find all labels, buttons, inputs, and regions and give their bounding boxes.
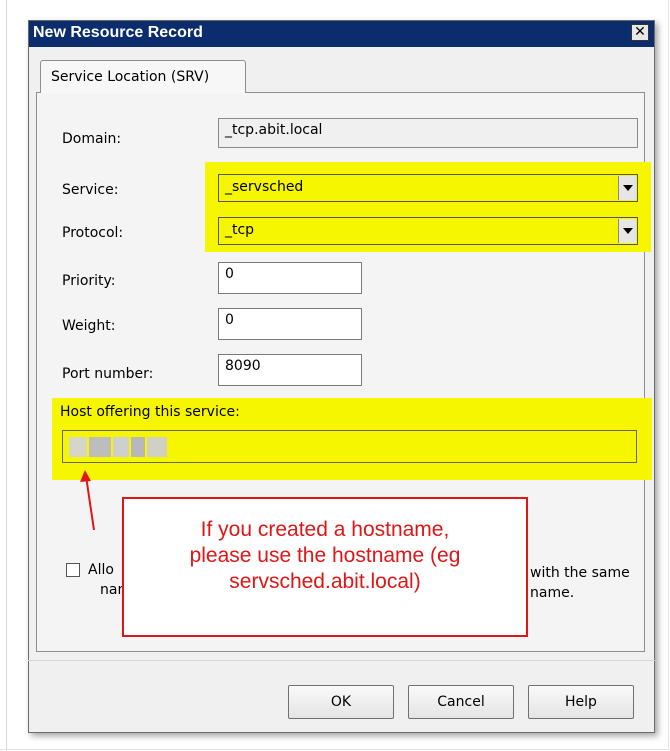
cancel-button[interactable]: Cancel [408,685,514,719]
protocol-value: _tcp [225,222,255,238]
priority-label: Priority: [62,273,116,289]
callout-arrow-icon [80,470,95,531]
priority-input[interactable]: 0 [218,262,362,294]
checkbox-label-end: with the same [530,565,630,581]
callout-line-3: servsched.abit.local) [229,570,421,593]
service-label: Service: [62,182,119,198]
callout-line-1: If you created a hostname, [200,518,450,541]
tab-label: Service Location (SRV) [51,69,210,85]
checkbox-label-line2-end: name. [530,585,575,601]
title-bar: New Resource Record ✕ [29,21,654,47]
protocol-dropdown-button[interactable] [618,219,636,243]
close-icon: ✕ [634,24,646,40]
chevron-down-icon [622,228,633,234]
protocol-label: Protocol: [62,225,124,241]
service-dropdown-button[interactable] [618,176,636,200]
tab-service-location-srv[interactable]: Service Location (SRV) [40,60,246,93]
checkbox-label-start: Allo [88,562,114,578]
ok-button[interactable]: OK [288,685,394,719]
callout-line-2: please use the hostname (eg [189,544,461,567]
button-row-separator [28,660,655,661]
port-number-label: Port number: [62,366,154,382]
help-button[interactable]: Help [528,685,634,719]
domain-label: Domain: [62,131,122,147]
close-button[interactable]: ✕ [631,24,649,41]
host-label: Host offering this service: [60,404,240,420]
weight-input[interactable]: 0 [218,308,362,340]
service-value: _servsched [225,179,304,195]
protocol-select[interactable]: _tcp [218,217,638,245]
window-title: New Resource Record [33,24,203,41]
allow-update-checkbox[interactable] [66,563,80,577]
hostname-callout: If you created a hostname, please use th… [122,497,528,637]
host-input[interactable] [62,430,637,463]
port-number-input[interactable]: 8090 [218,354,362,386]
chevron-down-icon [622,185,633,191]
redacted-hostname [69,437,169,457]
domain-field: _tcp.abit.local [218,118,638,148]
weight-label: Weight: [62,318,116,334]
service-select[interactable]: _servsched [218,174,638,202]
